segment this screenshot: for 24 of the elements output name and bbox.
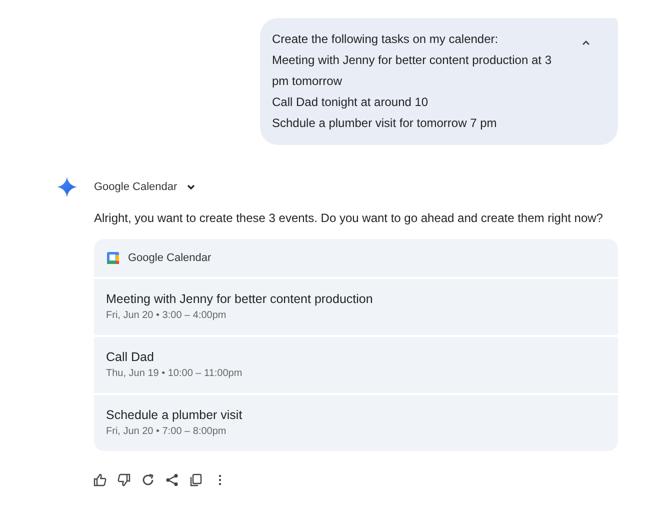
thumbs-down-icon[interactable] — [117, 473, 131, 487]
calendar-icon — [107, 252, 119, 264]
card-title: Google Calendar — [128, 252, 212, 264]
sparkle-icon — [56, 176, 78, 198]
event-time: Fri, Jun 20 • 7:00 – 8:00pm — [106, 425, 228, 439]
event-title: Meeting with Jenny for better content production — [106, 291, 374, 308]
refresh-icon[interactable] — [141, 473, 155, 487]
source-dropdown[interactable]: Google Calendar — [94, 181, 198, 193]
copy-icon[interactable] — [189, 473, 203, 487]
message-line: Create the following tasks on my calender: — [272, 31, 500, 48]
message-line: pm tomorrow — [272, 73, 344, 90]
message-line: Schdule a plumber visit for tomorrow 7 pm — [272, 115, 498, 132]
event-item[interactable]: Schedule a plumber visit Fri, Jun 20 • 7:00 – 8:00pm — [94, 395, 618, 451]
event-title: Schedule a plumber visit — [106, 407, 244, 424]
thumbs-up-icon[interactable] — [93, 473, 107, 487]
event-item[interactable]: Meeting with Jenny for better content production Fri, Jun 20 • 3:00 – 4:00pm — [94, 279, 618, 335]
message-line: Meeting with Jenny for better content production at 3 — [272, 52, 552, 69]
event-time: Thu, Jun 19 • 10:00 – 11:00pm — [106, 367, 244, 381]
event-item[interactable]: Call Dad Thu, Jun 19 • 10:00 – 11:00pm — [94, 337, 618, 393]
message-line: Call Dad tonight at around 10 — [272, 94, 430, 111]
event-title: Call Dad — [106, 349, 155, 366]
share-icon[interactable] — [165, 473, 179, 487]
event-time: Fri, Jun 20 • 3:00 – 4:00pm — [106, 309, 228, 323]
response-text: Alright, you want to create these 3 events. Do you want to go ahead and create them right now? — [94, 210, 604, 227]
